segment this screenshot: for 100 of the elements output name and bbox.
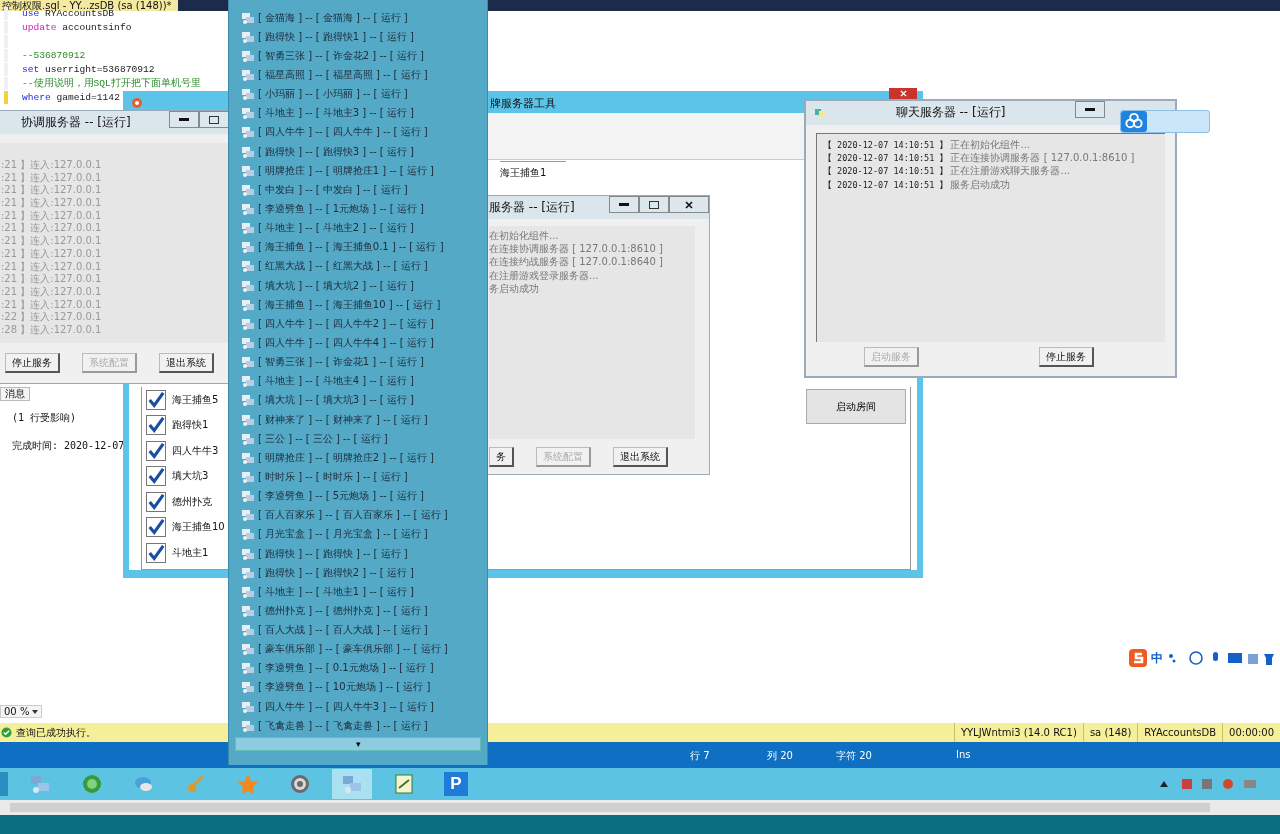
caret-icon[interactable] <box>32 709 39 714</box>
log-line: :28 】连入:127.0.0.1 <box>1 323 103 337</box>
tray-arrow-icon[interactable] <box>1160 781 1168 787</box>
server-list-item[interactable]: [ 斗地主 ] -- [ 斗地主2 ] -- [ 运行 ] <box>258 221 414 236</box>
log-line: :21 】连入:127.0.0.1 <box>1 298 103 311</box>
window-button[interactable]: 务 <box>489 447 514 467</box>
log-line: 在连接约战服务器 [ 127.0.0.1:8640 ] <box>489 255 664 269</box>
server-list-item[interactable]: [ 飞禽走兽 ] -- [ 飞禽走兽 ] -- [ 运行 ] <box>258 718 428 733</box>
room-item[interactable]: 海王捕鱼1 <box>500 161 567 180</box>
server-icon <box>241 469 255 484</box>
checkbox[interactable] <box>146 542 166 563</box>
server-list-item[interactable]: [ 四人牛牛 ] -- [ 四人牛牛 ] -- [ 运行 ] <box>258 125 428 140</box>
server-list-item[interactable]: [ 李逵劈鱼 ] -- [ 0.1元炮场 ] -- [ 运行 ] <box>258 661 434 676</box>
window-button[interactable]: 退出系统 <box>159 353 214 373</box>
cursor-position: 列 20 <box>767 749 793 763</box>
window-title: 牌服务器工具 <box>490 96 556 111</box>
room-label: 海王捕鱼5 <box>172 392 219 407</box>
server-list-item[interactable]: [ 时时乐 ] -- [ 时时乐 ] -- [ 运行 ] <box>258 469 408 484</box>
server-icon <box>241 68 255 82</box>
window-title: 聊天服务器 -- [运行] <box>895 104 1006 121</box>
server-list-item[interactable]: [ 李逵劈鱼 ] -- [ 10元炮场 ] -- [ 运行 ] <box>258 680 431 695</box>
server-list-item[interactable]: [ 四人牛牛 ] -- [ 四人牛牛4 ] -- [ 运行 ] <box>258 335 434 350</box>
server-list-item[interactable]: [ 斗地主 ] -- [ 斗地主1 ] -- [ 运行 ] <box>258 584 414 599</box>
ime-toolbar-icons-drawing[interactable] <box>1166 650 1276 666</box>
server-list-item[interactable]: [ 斗地主 ] -- [ 斗地主4 ] -- [ 运行 ] <box>258 374 414 389</box>
start-icon[interactable] <box>0 772 8 796</box>
server-list-item[interactable]: [ 三公 ] -- [ 三公 ] -- [ 运行 ] <box>258 431 388 446</box>
notepad-icon <box>392 772 416 796</box>
maximize-button[interactable] <box>639 196 669 213</box>
minimize-button[interactable] <box>169 111 199 128</box>
window-button[interactable]: 退出系统 <box>613 447 668 467</box>
server-list-item[interactable]: [ 豪车俱乐部 ] -- [ 豪车俱乐部 ] -- [ 运行 ] <box>258 642 448 657</box>
server-list-item[interactable]: [ 智勇三张 ] -- [ 诈金花2 ] -- [ 运行 ] <box>258 48 424 63</box>
minimize-button[interactable] <box>1075 101 1105 118</box>
server-list-item[interactable]: [ 德州扑克 ] -- [ 德州扑克 ] -- [ 运行 ] <box>258 603 428 618</box>
server-list-item[interactable]: [ 填大坑 ] -- [ 填大坑2 ] -- [ 运行 ] <box>258 278 414 293</box>
server-list-item[interactable]: [ 四人牛牛 ] -- [ 四人牛牛3 ] -- [ 运行 ] <box>258 699 434 714</box>
server-list-item[interactable]: [ 中发白 ] -- [ 中发白 ] -- [ 运行 ] <box>258 182 408 197</box>
result-text: 完成时间: 2020-12-07 <box>12 439 125 453</box>
close-icon <box>685 200 693 209</box>
server-list-item[interactable]: [ 李逵劈鱼 ] -- [ 5元炮场 ] -- [ 运行 ] <box>258 489 424 504</box>
minimize-button[interactable] <box>609 196 639 213</box>
server-icon <box>241 412 255 427</box>
checkbox[interactable] <box>146 466 166 487</box>
checkbox[interactable] <box>146 440 166 461</box>
log-line: 在连接协调服务器 [ 127.0.0.1:8610 ] <box>489 242 664 256</box>
server-list-item[interactable]: [ 海王捕鱼 ] -- [ 海王捕鱼10 ] -- [ 运行 ] <box>258 297 441 312</box>
checkbox[interactable] <box>146 491 166 512</box>
close-button[interactable] <box>889 88 917 99</box>
server-list-item[interactable]: [ 明牌抢庄 ] -- [ 明牌抢庄1 ] -- [ 运行 ] <box>258 163 434 178</box>
window-button[interactable]: 停止服务 <box>5 353 60 373</box>
server-icon <box>241 546 255 561</box>
server-icon <box>241 297 255 312</box>
cloud-widget[interactable] <box>1120 110 1210 133</box>
app-icon <box>131 97 143 109</box>
server-icon <box>241 584 255 599</box>
messages-tab[interactable]: 消息 <box>0 387 30 401</box>
server-list-item[interactable]: [ 小玛丽 ] -- [ 小玛丽 ] -- [ 运行 ] <box>258 87 408 102</box>
ime-mode[interactable]: 中 <box>1151 649 1163 667</box>
code-line: update accountsinfo <box>22 21 132 33</box>
horizontal-scrollbar[interactable] <box>0 800 1280 815</box>
checkbox[interactable] <box>146 517 166 538</box>
server-icon <box>241 335 255 350</box>
close-button[interactable] <box>669 196 709 213</box>
server-list-item[interactable]: [ 李逵劈鱼 ] -- [ 1元炮场 ] -- [ 运行 ] <box>258 201 424 216</box>
server-list-item[interactable]: [ 跑得快 ] -- [ 跑得快3 ] -- [ 运行 ] <box>258 144 414 159</box>
code-line: set userright=536870912 <box>22 63 155 75</box>
server-list-item[interactable]: [ 百人大战 ] -- [ 百人大战 ] -- [ 运行 ] <box>258 623 428 638</box>
server-list-item[interactable]: [ 福星高照 ] -- [ 福星高照 ] -- [ 运行 ] <box>258 68 428 82</box>
maximize-button[interactable] <box>199 111 229 128</box>
checkbox[interactable] <box>146 389 166 410</box>
server-list-item[interactable]: [ 斗地主 ] -- [ 斗地主3 ] -- [ 运行 ] <box>258 106 414 121</box>
scroll-down-button[interactable]: ▾ <box>235 737 481 751</box>
server-list-item[interactable]: [ 红黑大战 ] -- [ 红黑大战 ] -- [ 运行 ] <box>258 259 428 274</box>
ime-logo-icon[interactable] <box>1128 648 1148 668</box>
window-button[interactable]: 停止服务 <box>1039 347 1094 367</box>
server-list-item[interactable]: [ 百人百家乐 ] -- [ 百人百家乐 ] -- [ 运行 ] <box>258 508 448 523</box>
server-list-item[interactable]: [ 月光宝盒 ] -- [ 月光宝盒 ] -- [ 运行 ] <box>258 527 428 542</box>
server-list-item[interactable]: [ 四人牛牛 ] -- [ 四人牛牛2 ] -- [ 运行 ] <box>258 316 434 331</box>
window-title: 服务器 -- [运行] <box>488 199 575 216</box>
server-icon <box>241 718 255 733</box>
server-list-item[interactable]: [ 金猫海 ] -- [ 金猫海 ] -- [ 运行 ] <box>258 10 408 25</box>
code-line: --使用说明，用SQL打开把下面单机号里 <box>22 76 201 90</box>
server-list-item[interactable]: [ 跑得快 ] -- [ 跑得快2 ] -- [ 运行 ] <box>258 565 414 580</box>
room-label: 四人牛牛3 <box>172 443 219 458</box>
server-list-item[interactable]: [ 海王捕鱼 ] -- [ 海王捕鱼0.1 ] -- [ 运行 ] <box>258 240 444 255</box>
taskbar-app-button[interactable]: P <box>436 769 476 799</box>
server-list-item[interactable]: [ 填大坑 ] -- [ 填大坑3 ] -- [ 运行 ] <box>258 393 414 408</box>
server-list-item[interactable]: [ 财神来了 ] -- [ 财神来了 ] -- [ 运行 ] <box>258 412 428 427</box>
log-line: :21 】连入:127.0.0.1 <box>1 171 103 184</box>
log-line: :21 】连入:127.0.0.1 <box>1 273 103 286</box>
start-room-button[interactable]: 启动房间 <box>806 389 906 424</box>
result-text: (1 行受影响) <box>12 411 78 425</box>
server-list-item[interactable]: [ 跑得快 ] -- [ 跑得快 ] -- [ 运行 ] <box>258 546 408 561</box>
checkbox[interactable] <box>146 415 166 436</box>
cloud-icon <box>1121 111 1147 132</box>
scrollbar-thumb[interactable] <box>10 803 1210 812</box>
server-list-item[interactable]: [ 明牌抢庄 ] -- [ 明牌抢庄2 ] -- [ 运行 ] <box>258 450 434 465</box>
server-list-item[interactable]: [ 跑得快 ] -- [ 跑得快1 ] -- [ 运行 ] <box>258 29 414 44</box>
server-list-item[interactable]: [ 智勇三张 ] -- [ 诈金花1 ] -- [ 运行 ] <box>258 355 424 370</box>
